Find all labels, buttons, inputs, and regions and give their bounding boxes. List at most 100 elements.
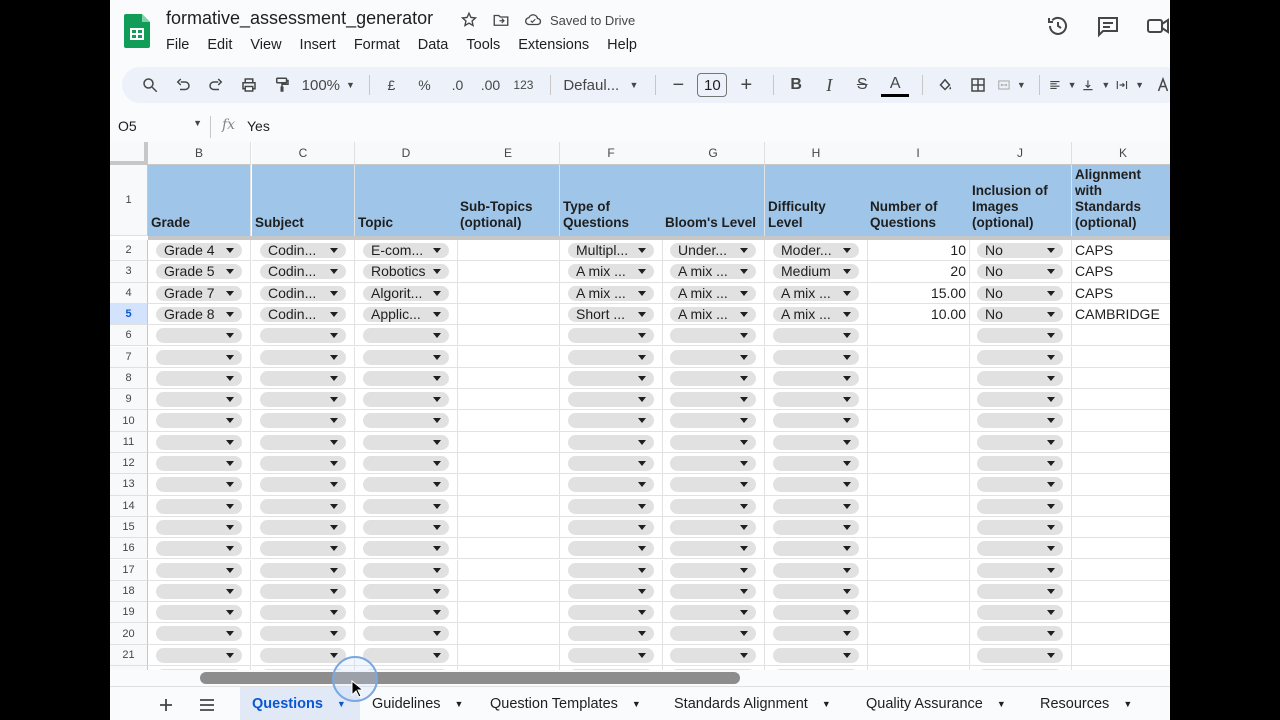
decrease-font-size-button[interactable]: − (664, 71, 692, 99)
table-cell[interactable] (252, 516, 355, 539)
dropdown-chip[interactable]: Grade 4 (156, 243, 242, 258)
dropdown-chip[interactable] (670, 541, 756, 557)
chevron-down-icon[interactable]: ▼ (632, 699, 641, 709)
dropdown-chip[interactable] (568, 477, 654, 493)
dropdown-chip[interactable] (773, 605, 859, 621)
table-cell[interactable] (148, 580, 251, 603)
dropdown-chip[interactable] (568, 328, 654, 344)
table-cell[interactable] (560, 453, 663, 475)
borders-button[interactable] (964, 71, 992, 99)
table-cell[interactable] (1072, 496, 1170, 517)
table-cell[interactable] (148, 495, 251, 517)
table-cell[interactable]: 10 (867, 240, 970, 262)
table-cell[interactable] (662, 644, 765, 666)
table-cell[interactable] (1072, 538, 1170, 560)
table-cell[interactable] (148, 666, 251, 670)
dropdown-chip[interactable] (156, 519, 242, 535)
column-header-i[interactable]: I (867, 142, 970, 165)
column-header-j[interactable]: J (969, 142, 1072, 165)
dropdown-chip[interactable] (773, 498, 859, 514)
dropdown-chip[interactable] (156, 392, 242, 408)
table-cell[interactable] (560, 410, 663, 432)
table-cell[interactable]: No (969, 240, 1072, 262)
table-cell[interactable] (457, 666, 560, 670)
table-cell[interactable] (765, 325, 868, 347)
menu-extensions[interactable]: Extensions (512, 35, 595, 55)
dropdown-chip[interactable]: A mix ... (773, 285, 859, 301)
dropdown-chip[interactable] (773, 562, 859, 578)
table-cell[interactable] (355, 325, 458, 347)
table-cell[interactable]: No (969, 303, 1072, 326)
dropdown-chip[interactable]: No (977, 264, 1063, 280)
table-cell[interactable]: A mix ... (662, 261, 765, 283)
table-cell[interactable]: Grade 7 (148, 282, 251, 304)
table-cell[interactable] (969, 474, 1072, 496)
table-cell[interactable] (1072, 347, 1170, 368)
row-header[interactable]: 16 (110, 538, 148, 560)
dropdown-chip[interactable] (156, 413, 242, 429)
table-cell[interactable] (867, 623, 970, 645)
table-cell[interactable] (457, 389, 560, 411)
table-cell[interactable] (765, 495, 868, 517)
dropdown-chip[interactable] (156, 328, 242, 344)
format-percent-button[interactable]: % (410, 71, 438, 99)
table-cell[interactable] (560, 389, 663, 411)
dropdown-chip[interactable] (977, 669, 1063, 670)
document-title[interactable]: formative_assessment_generator (166, 8, 433, 29)
dropdown-chip[interactable] (363, 626, 449, 642)
star-icon[interactable] (460, 11, 478, 29)
dropdown-chip[interactable]: Under... (670, 243, 756, 258)
dropdown-chip[interactable] (363, 541, 449, 557)
dropdown-chip[interactable] (156, 562, 242, 578)
dropdown-chip[interactable] (156, 669, 242, 670)
chevron-down-icon[interactable]: ▼ (455, 699, 464, 709)
table-cell[interactable] (457, 431, 560, 453)
redo-button[interactable] (202, 71, 230, 99)
dropdown-chip[interactable] (260, 477, 346, 493)
dropdown-chip[interactable]: A mix ... (670, 264, 756, 280)
dropdown-chip[interactable] (977, 605, 1063, 621)
text-wrapping-button[interactable]: ▼ (1115, 71, 1144, 99)
row-header[interactable]: 6 (110, 325, 148, 347)
vertical-align-button[interactable]: ▼ (1081, 71, 1110, 99)
dropdown-chip[interactable] (670, 434, 756, 450)
bold-button[interactable]: B (782, 71, 810, 99)
header-cell[interactable]: Type of Questions (560, 165, 663, 236)
table-cell[interactable] (969, 325, 1072, 347)
row-header[interactable]: 12 (110, 453, 148, 475)
dropdown-chip[interactable] (670, 647, 756, 663)
table-cell[interactable] (355, 453, 458, 475)
table-cell[interactable] (1072, 325, 1170, 347)
more-formats-button[interactable]: 123 (509, 71, 537, 99)
dropdown-chip[interactable] (156, 583, 242, 599)
table-cell[interactable] (969, 346, 1072, 368)
menu-file[interactable]: File (160, 35, 195, 55)
table-cell[interactable] (457, 644, 560, 666)
table-cell[interactable] (457, 495, 560, 517)
dropdown-chip[interactable] (568, 583, 654, 599)
dropdown-chip[interactable] (977, 562, 1063, 578)
table-cell[interactable] (457, 282, 560, 304)
font-select[interactable]: Defaul... ▼ (559, 71, 642, 99)
dropdown-chip[interactable]: No (977, 306, 1063, 322)
table-cell[interactable] (969, 453, 1072, 475)
table-cell[interactable] (252, 389, 355, 411)
dropdown-chip[interactable] (977, 434, 1063, 450)
table-cell[interactable] (969, 389, 1072, 411)
table-cell[interactable] (355, 516, 458, 539)
dropdown-chip[interactable] (363, 477, 449, 493)
chevron-down-icon[interactable]: ▼ (337, 699, 346, 709)
menu-view[interactable]: View (244, 35, 287, 55)
table-cell[interactable] (560, 474, 663, 496)
dropdown-chip[interactable] (568, 434, 654, 450)
strikethrough-button[interactable]: S (848, 71, 876, 99)
dropdown-chip[interactable]: No (977, 243, 1063, 258)
table-cell[interactable]: 20 (867, 261, 970, 283)
header-cell[interactable]: Difficulty Level (765, 165, 868, 236)
dropdown-chip[interactable] (260, 519, 346, 535)
dropdown-chip[interactable] (773, 477, 859, 493)
dropdown-chip[interactable] (977, 626, 1063, 642)
dropdown-chip[interactable]: Applic... (363, 306, 449, 322)
dropdown-chip[interactable] (568, 392, 654, 408)
dropdown-chip[interactable] (363, 434, 449, 450)
